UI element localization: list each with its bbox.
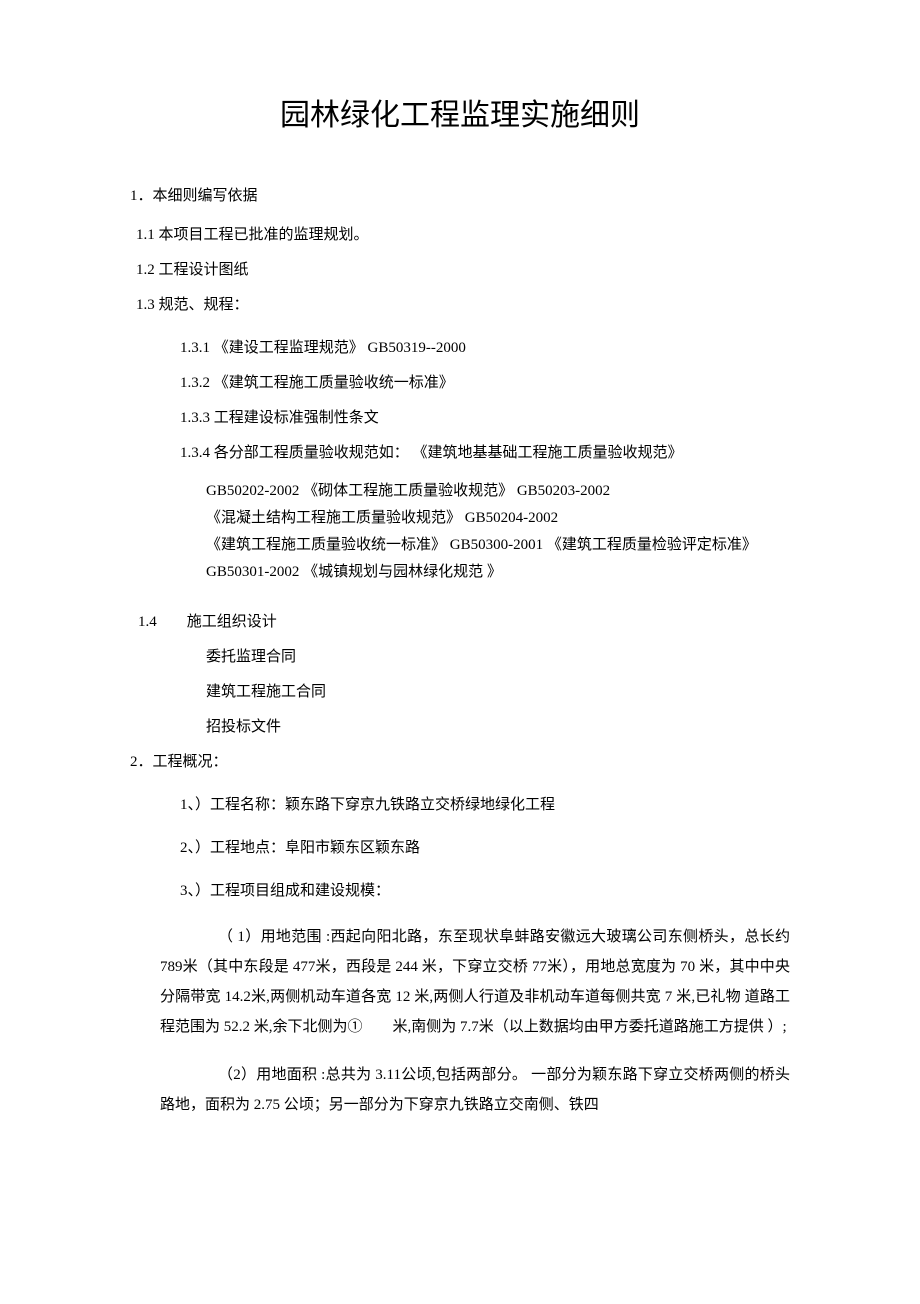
section-1-header: 1．本细则编写依据 [130, 184, 790, 205]
item-1-1: 1.1 本项目工程已批准的监理规划。 [130, 223, 790, 244]
item-1-2: 1.2 工程设计图纸 [130, 258, 790, 279]
item-1-3: 1.3 规范、规程： [130, 293, 790, 314]
document-title: 园林绿化工程监理实施细则 [130, 90, 790, 134]
gb-standards-block: GB50202-2002 《砌体工程施工质量验收规范》 GB50203-2002… [130, 478, 790, 586]
item-2-1: 1、）工程名称：颖东路下穿京九铁路立交桥绿地绿化工程 [130, 793, 790, 814]
item-1-4-c: 招投标文件 [130, 715, 790, 736]
item-1-4: 1.4 施工组织设计 [130, 610, 790, 631]
item-1-3-3: 1.3.3 工程建设标准强制性条文 [130, 408, 790, 429]
item-1-3-1: 1.3.1 《建设工程监理规范》 GB50319--2000 [130, 338, 790, 359]
item-2-2: 2、）工程地点：阜阳市颖东区颖东路 [130, 836, 790, 857]
section-2-header: 2．工程概况： [130, 750, 790, 771]
item-1-3-4: 1.3.4 各分部工程质量验收规范如： 《建筑地基基础工程施工质量验收规范》 [130, 443, 790, 464]
item-1-4-b: 建筑工程施工合同 [130, 680, 790, 701]
item-2-3: 3、）工程项目组成和建设规模： [130, 879, 790, 900]
paragraph-3-2: （2）用地面积 :总共为 3.11公顷,包括两部分。 一部分为颖东路下穿立交桥两… [130, 1060, 790, 1120]
paragraph-3-1: （ 1）用地范围 :西起向阳北路，东至现状阜蚌路安徽远大玻璃公司东侧桥头，总长约… [130, 922, 790, 1042]
item-1-3-2: 1.3.2 《建筑工程施工质量验收统一标准》 [130, 373, 790, 394]
item-1-4-a: 委托监理合同 [130, 645, 790, 666]
